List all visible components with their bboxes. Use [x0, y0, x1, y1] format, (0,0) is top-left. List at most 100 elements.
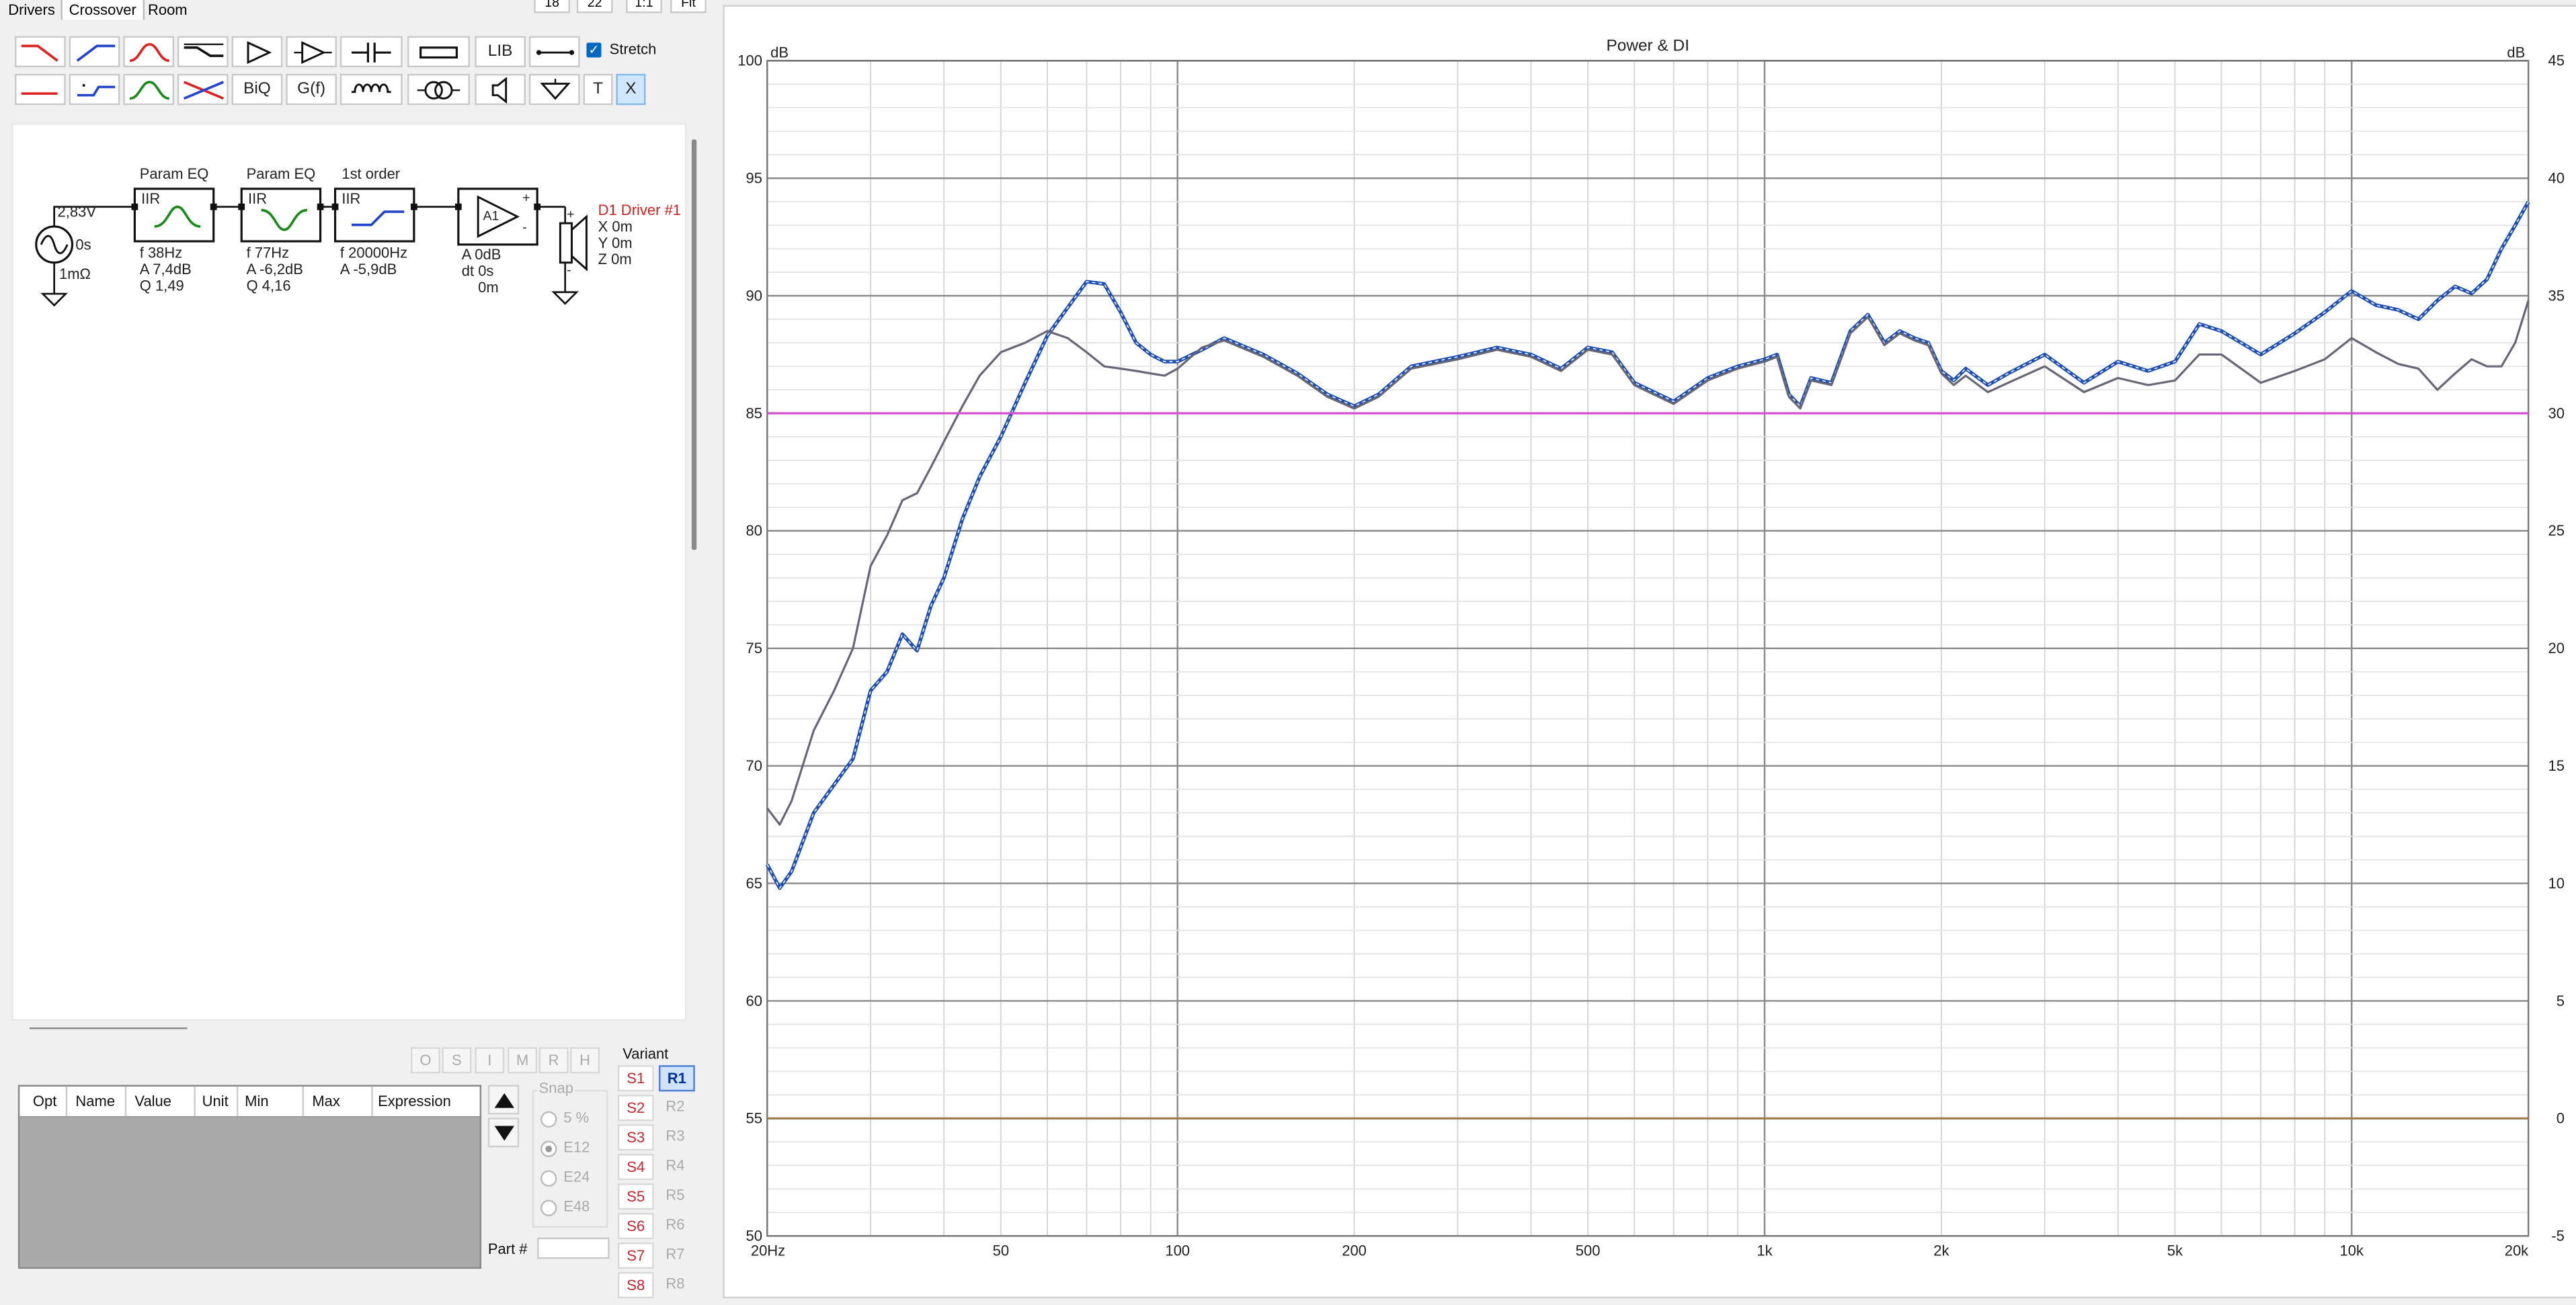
- opt-m-button[interactable]: M: [508, 1047, 538, 1074]
- part-input[interactable]: [537, 1237, 610, 1259]
- opt-h-button[interactable]: H: [570, 1047, 600, 1074]
- col-name[interactable]: Name: [75, 1093, 115, 1109]
- opt-i-button[interactable]: I: [475, 1047, 505, 1074]
- variant-s8-button[interactable]: S8: [617, 1271, 654, 1299]
- checkbox-checked-icon: ✓: [586, 42, 602, 57]
- left-tick-label: 75: [746, 640, 762, 657]
- block-1-type: IIR: [141, 190, 161, 207]
- opt-o-button[interactable]: O: [410, 1047, 440, 1074]
- stretch-checkbox[interactable]: ✓ Stretch: [586, 41, 656, 57]
- tab-drivers[interactable]: Drivers: [1, 0, 61, 19]
- opt-r-button[interactable]: R: [538, 1047, 569, 1074]
- col-unit[interactable]: Unit: [202, 1093, 229, 1109]
- variant-s2-button[interactable]: S2: [617, 1095, 654, 1122]
- tab-room[interactable]: Room: [141, 0, 194, 19]
- lowpass-filter-button[interactable]: [14, 36, 66, 68]
- variant-r7-button[interactable]: R7: [659, 1243, 692, 1265]
- variant-r4-button[interactable]: R4: [659, 1154, 692, 1177]
- snap-option-e48[interactable]: E48: [540, 1198, 590, 1216]
- variant-s3-button[interactable]: S3: [617, 1124, 654, 1151]
- variant-r1-button[interactable]: R1: [659, 1065, 695, 1092]
- tab-crossover[interactable]: Crossover: [61, 0, 145, 20]
- radio-icon: [540, 1169, 557, 1187]
- snap-title: Snap: [537, 1080, 575, 1097]
- variant-r3-button[interactable]: R3: [659, 1124, 692, 1147]
- variant-s4-button[interactable]: S4: [617, 1154, 654, 1181]
- variant-s5-button[interactable]: S5: [617, 1183, 654, 1210]
- wire-icon: [535, 49, 573, 54]
- driver-plus: +: [567, 206, 575, 222]
- right-axis-unit: dB: [2507, 44, 2525, 60]
- zoom-1-1-button[interactable]: 1:1: [626, 0, 662, 13]
- lowpass-filter-2-button[interactable]: [14, 73, 66, 106]
- power-di-chart[interactable]: Power & DI dB dB 50 55 60 65 70 75 80 85 90 95 100 -5 0…: [723, 5, 2576, 1299]
- delete-button[interactable]: X: [616, 73, 646, 106]
- zoom-fit-button[interactable]: Fit: [670, 0, 707, 13]
- variant-s1-button[interactable]: S1: [617, 1065, 654, 1092]
- right-tick-label: 15: [2548, 757, 2564, 774]
- col-min[interactable]: Min: [245, 1093, 268, 1109]
- variant-s7-button[interactable]: S7: [617, 1242, 654, 1269]
- block-1-title: Param EQ: [139, 165, 209, 183]
- move-down-button[interactable]: [487, 1118, 520, 1148]
- library-button[interactable]: LIB: [475, 36, 526, 68]
- schematic-scrollbar[interactable]: [691, 139, 697, 550]
- parameter-table[interactable]: Opt Name Value Unit Min Max Expression: [17, 1085, 482, 1269]
- highpass-blue-small-icon: [76, 83, 114, 96]
- speaker-button[interactable]: [475, 73, 526, 106]
- x-tick-label: 5k: [2167, 1243, 2183, 1259]
- series-line-0-inner: [766, 201, 2529, 890]
- highpass-filter-button[interactable]: [69, 36, 120, 68]
- resistor-button[interactable]: [407, 36, 470, 68]
- variant-r8-button[interactable]: R8: [659, 1272, 692, 1295]
- amp-minus: -: [522, 220, 527, 235]
- amp-triangle-icon: [293, 40, 331, 63]
- right-tick-label: 30: [2548, 405, 2564, 421]
- driver-coords: X 0m Y 0m Z 0m: [598, 218, 633, 268]
- variant-r6-button[interactable]: R6: [659, 1213, 692, 1236]
- part-label: Part #: [487, 1240, 528, 1257]
- bandpass-filter-button[interactable]: [123, 36, 175, 68]
- highpass-filter-2-button[interactable]: [69, 73, 120, 106]
- schematic-canvas[interactable]: 2,83V 0s 1mΩ Param EQ IIR f 38Hz A 7,4dB Q…: [11, 123, 687, 1021]
- transformer-icon: [417, 80, 460, 99]
- wire-button[interactable]: [528, 36, 580, 68]
- amplifier-button[interactable]: [286, 36, 337, 68]
- variant-r5-button[interactable]: R5: [659, 1183, 692, 1206]
- inductor-button[interactable]: [339, 73, 403, 106]
- col-value[interactable]: Value: [134, 1093, 171, 1109]
- snap-option-e24[interactable]: E24: [540, 1169, 590, 1187]
- biquad-button[interactable]: BiQ: [231, 73, 283, 106]
- opt-s-button[interactable]: S: [442, 1047, 472, 1074]
- variant-r2-button[interactable]: R2: [659, 1095, 692, 1118]
- transfer-function-button[interactable]: G(f): [286, 73, 337, 106]
- source-impedance: 1mΩ: [58, 265, 91, 283]
- right-tick-label: 25: [2548, 522, 2564, 539]
- ground-icon: [538, 78, 570, 99]
- transformer-button[interactable]: [407, 73, 470, 106]
- variant-s6-button[interactable]: S6: [617, 1213, 654, 1240]
- snap-option-e12[interactable]: E12: [540, 1139, 590, 1157]
- block-3-params: f 20000Hz A -5,9dB: [339, 244, 408, 278]
- buffer-button[interactable]: [231, 36, 283, 68]
- text-button[interactable]: T: [583, 73, 613, 106]
- zoom-22-button[interactable]: 22: [576, 0, 613, 13]
- capacitor-button[interactable]: [339, 36, 403, 68]
- amp-params: A 0dB dt 0s 0m: [461, 246, 501, 296]
- col-opt[interactable]: Opt: [33, 1093, 56, 1109]
- shelf-filter-button[interactable]: [177, 36, 229, 68]
- driver-name[interactable]: D1 Driver #1: [598, 202, 681, 218]
- x-tick-label: 200: [1342, 1243, 1367, 1259]
- left-tick-label: 65: [746, 875, 762, 892]
- snap-option-5pct[interactable]: 5 %: [540, 1109, 589, 1128]
- parametric-eq-button[interactable]: [123, 73, 175, 106]
- left-tick-label: 60: [746, 993, 762, 1009]
- crossover-button[interactable]: [177, 73, 229, 106]
- right-tick-label: 20: [2548, 640, 2564, 657]
- panel-splitter[interactable]: [29, 1027, 188, 1029]
- ground-button[interactable]: [528, 73, 580, 106]
- move-up-button[interactable]: [487, 1085, 520, 1115]
- zoom-18-button[interactable]: 18: [534, 0, 571, 13]
- col-expression[interactable]: Expression: [378, 1093, 451, 1109]
- col-max[interactable]: Max: [312, 1093, 340, 1109]
